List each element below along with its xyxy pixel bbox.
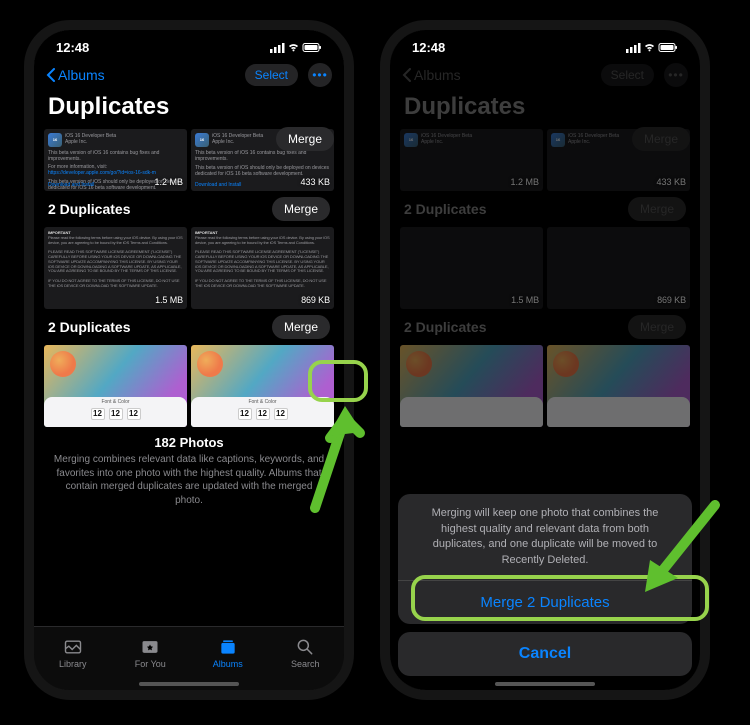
- summary-description: Merging combines relevant data like capt…: [52, 453, 326, 507]
- status-time: 12:48: [56, 40, 89, 55]
- file-size-label: 433 KB: [300, 177, 330, 188]
- back-label: Albums: [58, 67, 105, 83]
- photo-thumbnail[interactable]: Font & Color 121212: [44, 345, 187, 427]
- ios16-icon: 16: [195, 133, 209, 147]
- status-icons: [626, 42, 678, 54]
- tab-albums[interactable]: Albums: [189, 627, 267, 678]
- merge-button[interactable]: Merge: [276, 127, 334, 151]
- duplicate-group: 2 Duplicates Merge Font & Color 121212 F…: [34, 309, 344, 427]
- back-button[interactable]: Albums: [46, 67, 105, 83]
- file-size-label: 869 KB: [301, 295, 330, 306]
- ios16-icon: 16: [48, 133, 62, 147]
- home-indicator: [495, 682, 595, 686]
- status-time: 12:48: [412, 40, 445, 55]
- merge-duplicates-button[interactable]: Merge 2 Duplicates: [398, 581, 692, 624]
- group-count-label: 2 Duplicates: [48, 319, 130, 335]
- group-count-label: 2 Duplicates: [48, 201, 130, 217]
- photo-thumbnail[interactable]: IMPORTANT Please read the following term…: [191, 227, 334, 309]
- tab-search[interactable]: Search: [267, 627, 345, 678]
- duplicate-group: 2 Duplicates Merge IMPORTANT Please read…: [34, 191, 344, 309]
- page-title: Duplicates: [34, 89, 344, 129]
- tab-foryou[interactable]: For You: [112, 627, 190, 678]
- library-icon: [62, 637, 84, 657]
- photo-count: 182 Photos: [52, 435, 326, 450]
- merge-button[interactable]: Merge: [272, 315, 330, 339]
- photo-thumbnail[interactable]: Font & Color 121212: [191, 345, 334, 427]
- summary: 182 Photos Merging combines relevant dat…: [34, 427, 344, 511]
- photo-thumbnail[interactable]: 16 iOS 16 Developer Beta Apple Inc. This…: [44, 129, 187, 191]
- foryou-icon: [139, 637, 161, 657]
- file-size-label: 1.5 MB: [155, 295, 183, 306]
- sheet-message: Merging will keep one photo that combine…: [398, 494, 692, 581]
- file-size-label: 1.2 MB: [154, 177, 183, 188]
- more-button[interactable]: •••: [308, 63, 332, 87]
- tab-bar: Library For You Albums Search: [34, 626, 344, 690]
- cancel-button[interactable]: Cancel: [398, 632, 692, 676]
- photo-thumbnail[interactable]: IMPORTANT Please read the following term…: [44, 227, 187, 309]
- action-sheet: Merging will keep one photo that combine…: [398, 494, 692, 676]
- merge-button[interactable]: Merge: [272, 197, 330, 221]
- albums-icon: [217, 637, 239, 657]
- nav-bar: Albums Select •••: [34, 57, 344, 89]
- status-icons: [270, 42, 322, 54]
- select-button[interactable]: Select: [245, 64, 298, 86]
- search-icon: [294, 637, 316, 657]
- tab-library[interactable]: Library: [34, 627, 112, 678]
- home-indicator: [139, 682, 239, 686]
- duplicate-group: 16 iOS 16 Developer Beta Apple Inc. This…: [34, 129, 344, 191]
